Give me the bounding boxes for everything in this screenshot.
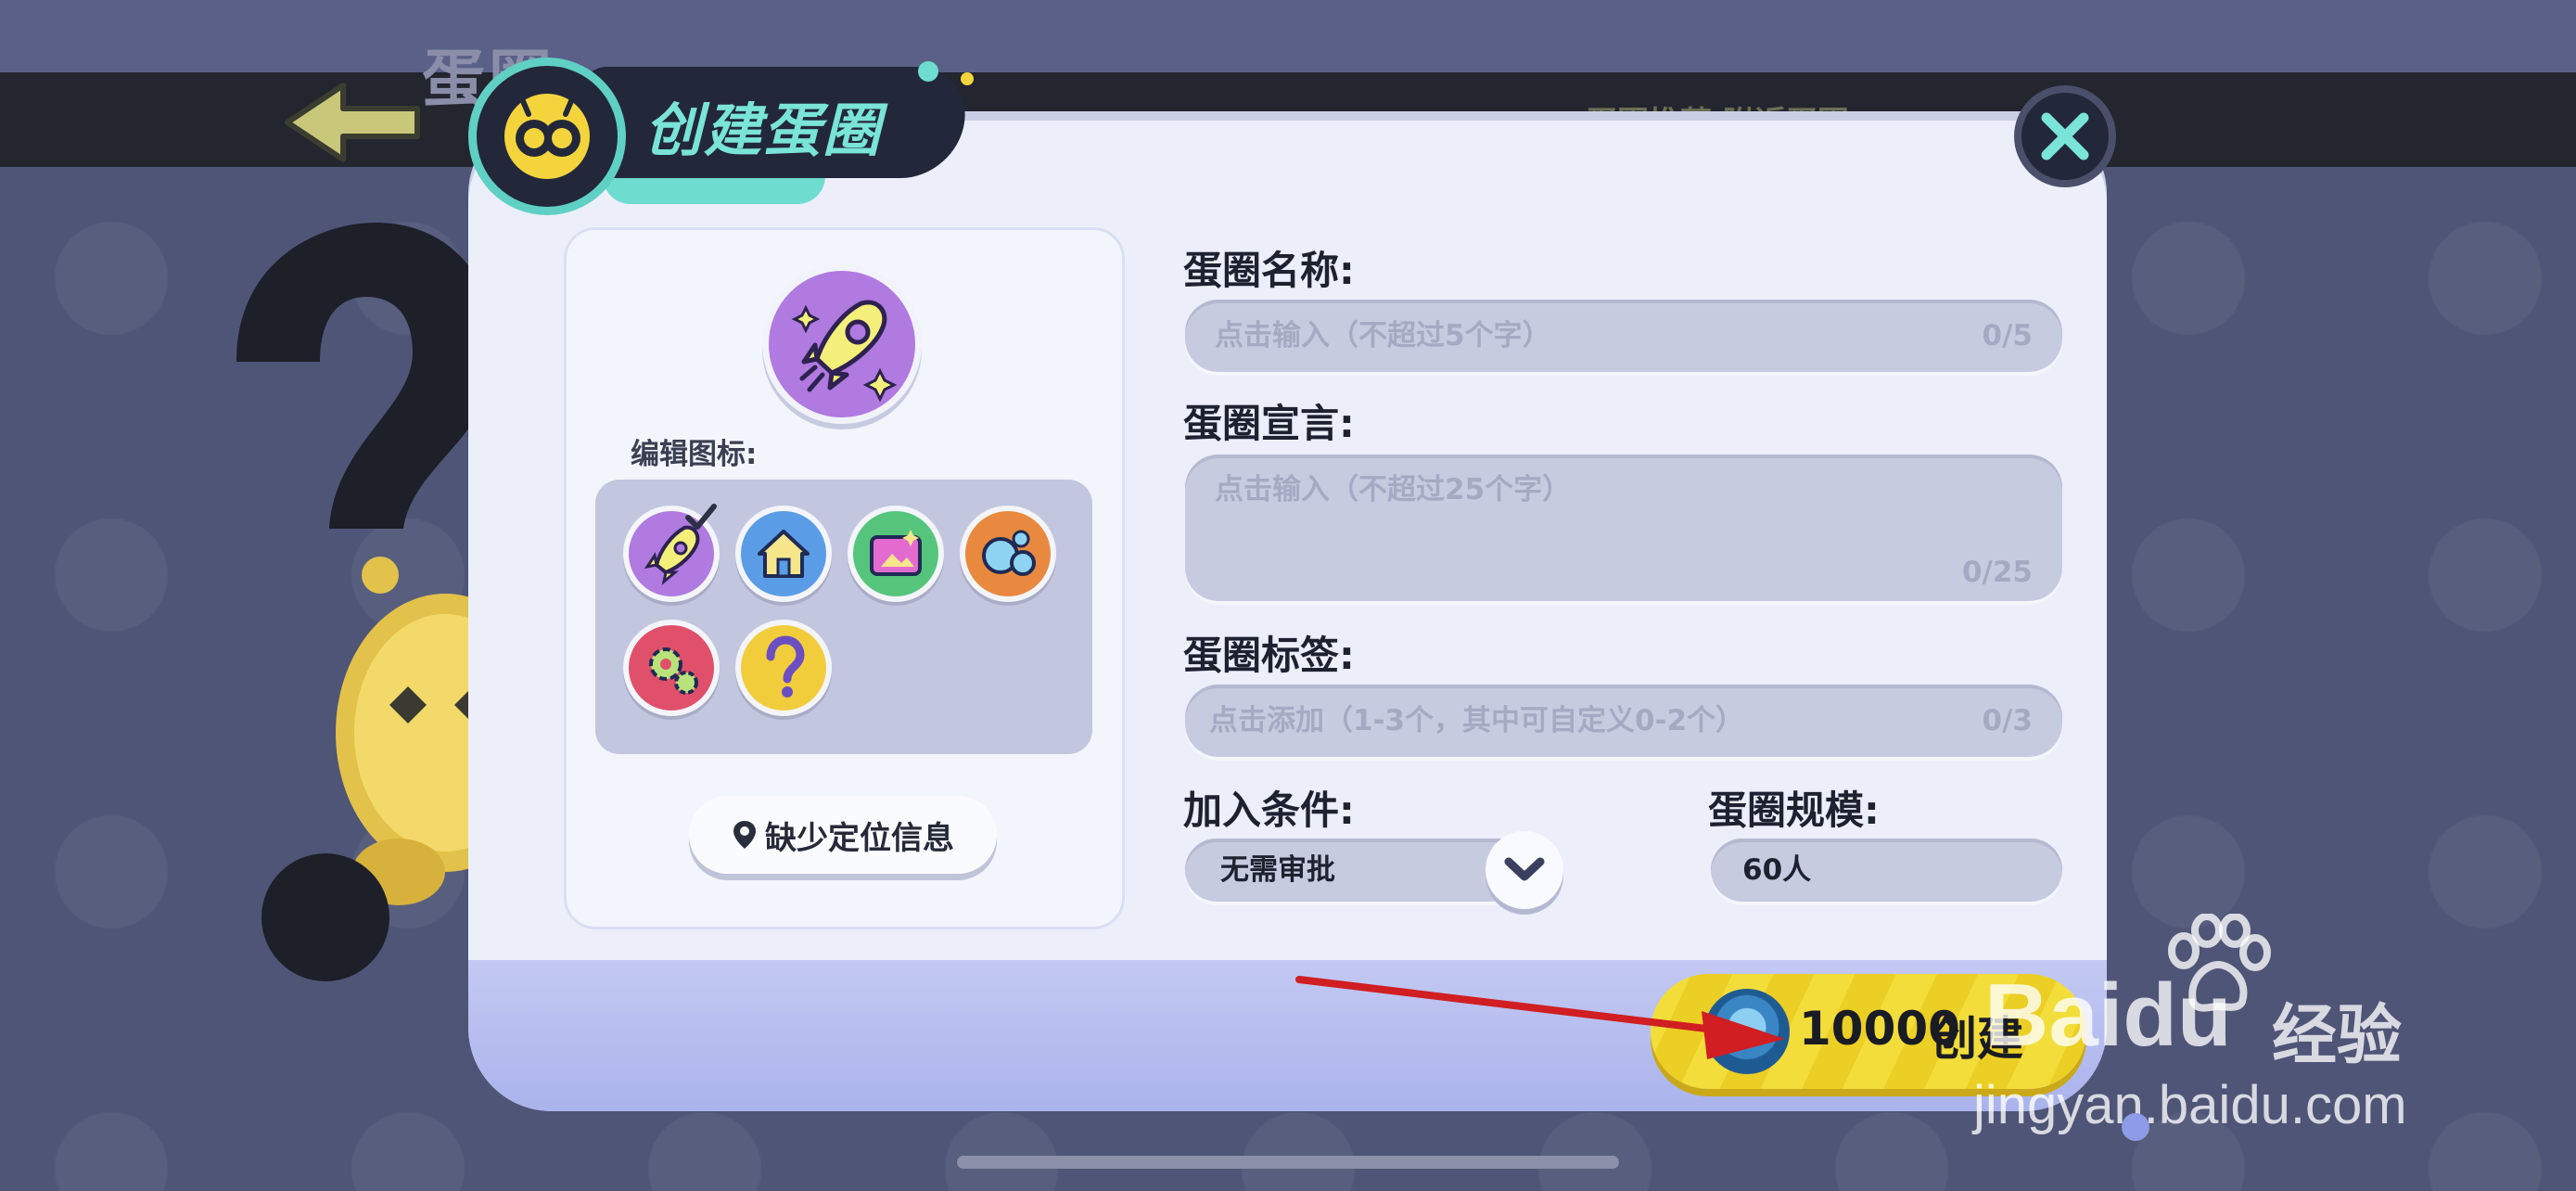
edit-icon-label: 编辑图标: bbox=[631, 438, 758, 471]
close-button[interactable] bbox=[2014, 85, 2116, 187]
home-indicator[interactable] bbox=[957, 1156, 1619, 1169]
back-arrow-icon[interactable] bbox=[278, 76, 427, 169]
scale-value: 60人 bbox=[1742, 853, 1812, 887]
scale-field[interactable]: 60人 bbox=[1711, 839, 2062, 902]
declaration-counter: 0/25 bbox=[1961, 556, 2033, 589]
chevron-down-icon bbox=[1504, 857, 1545, 881]
join-condition-label: 加入条件: bbox=[1183, 788, 1355, 833]
name-counter: 0/5 bbox=[1982, 319, 2033, 352]
tags-label: 蛋圈标签: bbox=[1183, 633, 1355, 678]
join-condition-value: 无需审批 bbox=[1220, 853, 1335, 887]
watermark-brand: Baidu bbox=[1984, 966, 2232, 1065]
join-condition-select[interactable]: 无需审批 bbox=[1185, 839, 1537, 902]
house-icon bbox=[758, 530, 810, 578]
gears-icon bbox=[649, 647, 698, 695]
declaration-input[interactable]: 点击输入（不超过25个字） 0/25 bbox=[1185, 455, 2062, 601]
name-label: 蛋圈名称: bbox=[1183, 248, 1355, 293]
watermark-url: jingyan.baidu.com bbox=[1973, 1075, 2407, 1135]
location-button[interactable]: 缺少定位信息 bbox=[689, 796, 997, 874]
title-dot-decoration bbox=[961, 72, 974, 85]
selected-rocket-icon bbox=[762, 264, 922, 424]
name-input-placeholder: 点击输入（不超过5个字） bbox=[1215, 319, 1551, 352]
scale-label: 蛋圈规模: bbox=[1708, 788, 1880, 833]
question-icon bbox=[766, 635, 805, 698]
selected-check-icon bbox=[685, 504, 717, 530]
floating-dot bbox=[2122, 1113, 2149, 1141]
declaration-label: 蛋圈宣言: bbox=[1183, 401, 1355, 446]
tags-counter: 0/3 bbox=[1982, 704, 2033, 737]
icon-option-question[interactable] bbox=[735, 620, 832, 716]
background-dark-circle bbox=[261, 853, 389, 981]
circle-logo-icon bbox=[468, 58, 626, 215]
photo-folder-icon bbox=[870, 530, 922, 576]
location-pin-icon bbox=[733, 821, 756, 849]
tags-input-placeholder: 点击添加（1-3个，其中可自定义0-2个） bbox=[1209, 704, 1745, 737]
icon-option-house[interactable] bbox=[735, 506, 832, 602]
dialog-title: 创建蛋圈 bbox=[644, 96, 883, 164]
declaration-input-placeholder: 点击输入（不超过25个字） bbox=[1215, 473, 1572, 506]
join-condition-dropdown-button[interactable] bbox=[1486, 831, 1563, 909]
icon-option-bubbles[interactable] bbox=[960, 506, 1056, 602]
watermark-suffix: 经验 bbox=[2272, 997, 2402, 1073]
close-icon bbox=[2041, 112, 2089, 160]
circle-logo-face bbox=[504, 94, 590, 179]
icon-option-gears[interactable] bbox=[623, 620, 720, 716]
background-top-band bbox=[0, 0, 2576, 74]
icon-option-photo[interactable] bbox=[848, 506, 944, 602]
bubbles-icon bbox=[982, 530, 1036, 576]
name-input[interactable]: 点击输入（不超过5个字） 0/5 bbox=[1185, 300, 2062, 372]
tags-input[interactable]: 点击添加（1-3个，其中可自定义0-2个） 0/3 bbox=[1185, 685, 2062, 757]
title-dot-decoration bbox=[918, 61, 938, 82]
currency-coin-icon bbox=[1704, 989, 1790, 1074]
location-button-label: 缺少定位信息 bbox=[765, 819, 954, 857]
